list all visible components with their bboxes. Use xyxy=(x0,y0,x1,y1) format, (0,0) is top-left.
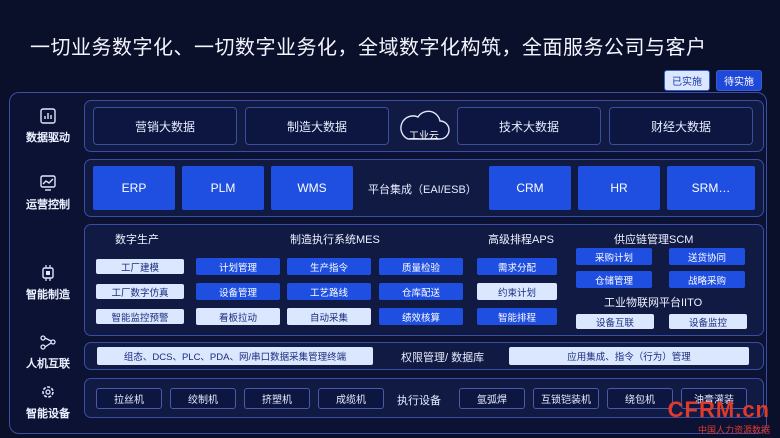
equipment-stranding: 绞制机 xyxy=(170,388,236,409)
hmi-data-terminals: 组态、DCS、PLC、PDA、网/串口数据采集管理终端 xyxy=(97,347,373,365)
system-erp: ERP xyxy=(93,166,175,210)
module-plan-management: 计划管理 xyxy=(196,258,280,275)
module-quality-inspection: 质量检验 xyxy=(379,258,463,275)
module-kanban-pull: 看板拉动 xyxy=(196,308,280,325)
layer-ops-control: 运营控制 xyxy=(16,174,80,212)
execution-equipment-label: 执行设备 xyxy=(397,395,441,407)
system-wms: WMS xyxy=(271,166,353,210)
module-production-order: 生产指令 xyxy=(287,258,371,275)
layer-label: 智能设备 xyxy=(26,408,70,420)
network-icon xyxy=(40,335,56,350)
layer-smart-mfg: 智能制造 xyxy=(16,264,80,302)
row-ops-control: ERP PLM WMS 平台集成（EAI/ESB） CRM HR SRM… xyxy=(84,159,764,217)
module-device-monitoring: 设备监控 xyxy=(669,314,747,329)
row-data-driven: 营销大数据 制造大数据 工业云 技术大数据 财经大数据 xyxy=(84,100,764,152)
module-factory-simulation: 工厂数字仿真 xyxy=(96,284,184,299)
equipment-wire-drawing: 拉丝机 xyxy=(96,388,162,409)
box-manufacturing-bigdata: 制造大数据 xyxy=(245,107,389,145)
industrial-cloud: 工业云 xyxy=(394,107,454,145)
system-srm: SRM… xyxy=(667,166,755,210)
equipment-interlock-armoring: 互锁铠装机 xyxy=(533,388,599,409)
legend-planned: 待实施 xyxy=(716,70,762,91)
chip-icon xyxy=(42,265,54,281)
equipment-wrapping: 绕包机 xyxy=(607,388,673,409)
page-title: 一切业务数字化、一切数字业务化，全域数字化构筑，全面服务公司与客户 xyxy=(30,37,707,59)
module-smart-scheduling: 智能排程 xyxy=(477,308,557,325)
watermark-tagline: 中国人力资源数据 xyxy=(697,425,770,435)
module-process-route: 工艺路线 xyxy=(287,283,371,300)
box-finance-bigdata: 财经大数据 xyxy=(609,107,753,145)
mes-title: 制造执行系统MES xyxy=(290,234,380,246)
equipment-argon-welding: 氩弧焊 xyxy=(459,388,525,409)
row-hmi: 组态、DCS、PLC、PDA、网/串口数据采集管理终端 权限管理/ 数据库 应用… xyxy=(84,342,764,370)
system-crm: CRM xyxy=(489,166,571,210)
module-device-interconnect: 设备互联 xyxy=(576,314,654,329)
monitor-chart-icon xyxy=(40,175,56,191)
platform-integration-label: 平台集成（EAI/ESB） xyxy=(368,184,477,196)
box-marketing-bigdata: 营销大数据 xyxy=(93,107,237,145)
layer-label: 智能制造 xyxy=(26,289,70,301)
module-purchase-plan: 采购计划 xyxy=(576,248,652,265)
module-demand-allocation: 需求分配 xyxy=(477,258,557,275)
iot-title: 工业物联网平台IITO xyxy=(604,297,703,309)
layer-smart-equipment: 智能设备 xyxy=(16,383,80,421)
layer-data-driven: 数据驱动 xyxy=(16,107,80,145)
module-equipment-management: 设备管理 xyxy=(196,283,280,300)
row-smart-equipment: 拉丝机 绞制机 挤塑机 成缆机 执行设备 氩弧焊 互锁铠装机 绕包机 油膏灌装 xyxy=(84,378,764,418)
hmi-app-integration: 应用集成、指令（行为）管理 xyxy=(509,347,749,365)
system-hr: HR xyxy=(578,166,660,210)
box-technology-bigdata: 技术大数据 xyxy=(457,107,601,145)
system-plm: PLM xyxy=(182,166,264,210)
module-factory-modeling: 工厂建模 xyxy=(96,259,184,274)
watermark: CFRM.cn 中国人力资源数据 xyxy=(668,397,770,436)
cloud-label: 工业云 xyxy=(409,131,439,142)
module-warehouse-delivery: 仓库配送 xyxy=(379,283,463,300)
legend-implemented: 已实施 xyxy=(664,70,710,91)
aps-title: 高级排程APS xyxy=(488,234,555,246)
layer-hmi: 人机互联 xyxy=(16,333,80,371)
module-delivery-collaboration: 送货协同 xyxy=(669,248,745,265)
legend: 已实施 待实施 xyxy=(664,70,762,91)
layer-label: 人机互联 xyxy=(26,358,70,370)
module-smart-monitoring: 智能监控预警 xyxy=(96,309,184,324)
layer-label: 数据驱动 xyxy=(26,132,70,144)
module-storage-management: 仓储管理 xyxy=(576,271,652,288)
row-smart-mfg: 数字生产 工厂建模 工厂数字仿真 智能监控预警 制造执行系统MES 计划管理 设… xyxy=(84,224,764,336)
hmi-permission-database: 权限管理/ 数据库 xyxy=(401,352,485,364)
module-performance-accounting: 绩效核算 xyxy=(379,308,463,325)
watermark-brand: CFRM.cn xyxy=(667,397,770,422)
equipment-cabling: 成缆机 xyxy=(318,388,384,409)
module-strategic-purchasing: 战略采购 xyxy=(669,271,745,288)
module-auto-collection: 自动采集 xyxy=(287,308,371,325)
equipment-extruder: 挤塑机 xyxy=(244,388,310,409)
digital-production-title: 数字生产 xyxy=(115,234,159,246)
scm-title: 供应链管理SCM xyxy=(614,234,694,246)
module-constraint-planning: 约束计划 xyxy=(477,283,557,300)
layer-label: 运营控制 xyxy=(26,199,70,211)
chart-icon xyxy=(40,108,56,124)
gear-icon xyxy=(42,386,54,398)
